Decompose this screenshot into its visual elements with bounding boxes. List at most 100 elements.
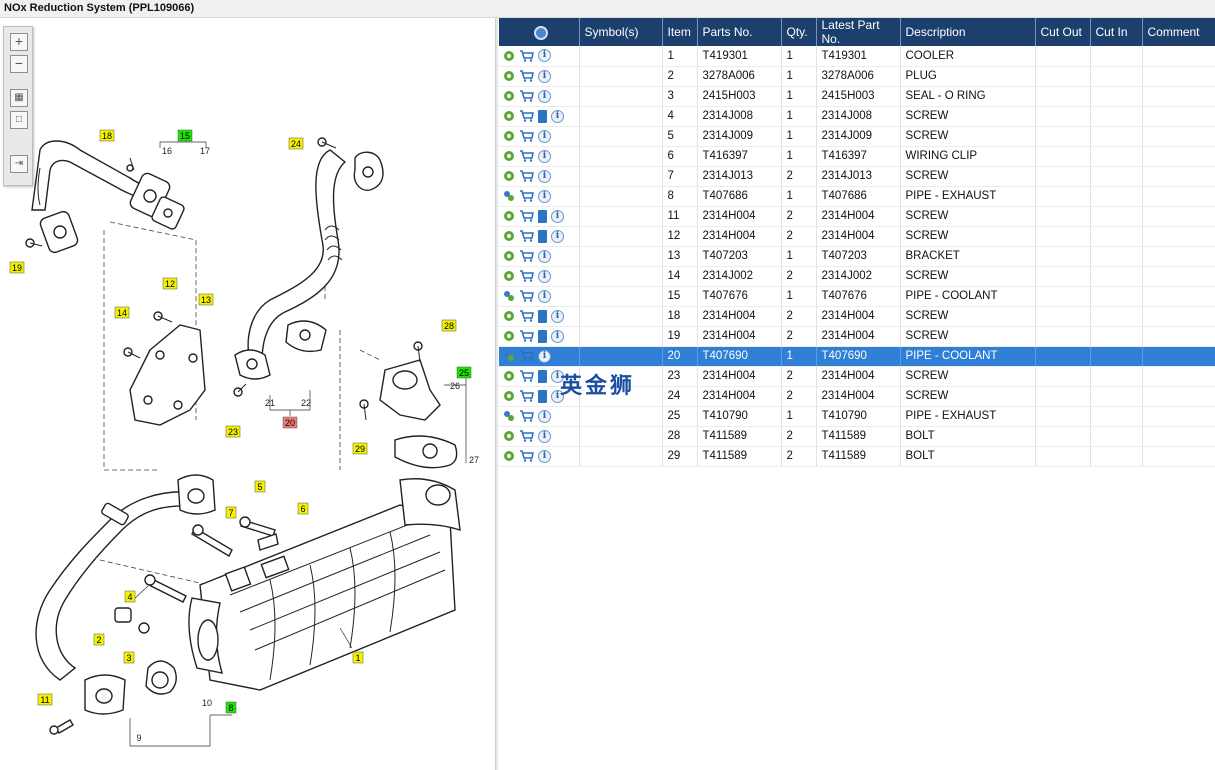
info-icon[interactable]: i bbox=[551, 369, 564, 383]
table-row[interactable]: i 28 T411589 2 T411589 BOLT bbox=[499, 426, 1215, 447]
callout-18[interactable]: 18 bbox=[99, 129, 115, 142]
cart-icon[interactable] bbox=[519, 190, 534, 202]
cart-icon[interactable] bbox=[519, 450, 534, 462]
table-row[interactable]: i 3 2415H003 1 2415H003 SEAL - O RING bbox=[499, 86, 1215, 107]
gear-icon[interactable] bbox=[503, 450, 515, 462]
info-icon[interactable]: i bbox=[551, 229, 564, 243]
info-icon[interactable]: i bbox=[551, 389, 564, 403]
actual-size-icon[interactable]: □ bbox=[10, 111, 28, 129]
info-icon[interactable]: i bbox=[551, 309, 564, 323]
callout-15[interactable]: 15 bbox=[177, 129, 193, 142]
document-icon[interactable] bbox=[538, 109, 547, 123]
gear-icon[interactable] bbox=[503, 430, 515, 442]
cart-icon[interactable] bbox=[519, 70, 534, 82]
column-header-cut-out[interactable]: Cut Out bbox=[1035, 18, 1091, 46]
table-row[interactable]: i 29 T411589 2 T411589 BOLT bbox=[499, 446, 1215, 467]
column-header-item[interactable]: Item bbox=[662, 18, 698, 46]
gear-icon[interactable] bbox=[503, 210, 515, 222]
cart-icon[interactable] bbox=[519, 350, 534, 362]
cart-icon[interactable] bbox=[519, 170, 534, 182]
callout-14[interactable]: 14 bbox=[114, 306, 130, 319]
info-icon[interactable]: i bbox=[538, 89, 551, 103]
callout-7[interactable]: 7 bbox=[225, 506, 237, 519]
callout-8[interactable]: 8 bbox=[225, 701, 237, 714]
callout-2[interactable]: 2 bbox=[93, 633, 105, 646]
cart-icon[interactable] bbox=[519, 250, 534, 262]
callout-6[interactable]: 6 bbox=[297, 502, 309, 515]
info-icon[interactable]: i bbox=[538, 429, 551, 443]
callout-29[interactable]: 29 bbox=[352, 442, 368, 455]
table-row[interactable]: i 14 2314J002 2 2314J002 SCREW bbox=[499, 266, 1215, 287]
gear-icon[interactable] bbox=[503, 230, 515, 242]
table-row[interactable]: i 6 T416397 1 T416397 WIRING CLIP bbox=[499, 146, 1215, 167]
callout-1[interactable]: 1 bbox=[352, 651, 364, 664]
table-row[interactable]: i 18 2314H004 2 2314H004 SCREW bbox=[499, 306, 1215, 327]
column-header-comment[interactable]: Comment bbox=[1142, 18, 1215, 46]
gear-icon[interactable] bbox=[503, 170, 515, 182]
table-row[interactable]: i 23 2314H004 2 2314H004 SCREW bbox=[499, 366, 1215, 387]
gear-icon[interactable] bbox=[503, 70, 515, 82]
document-icon[interactable] bbox=[538, 209, 547, 223]
table-row[interactable]: i 5 2314J009 1 2314J009 SCREW bbox=[499, 126, 1215, 147]
zoom-out-icon[interactable]: − bbox=[10, 55, 28, 73]
gear-icon[interactable] bbox=[503, 110, 515, 122]
document-icon[interactable] bbox=[538, 309, 547, 323]
info-icon[interactable]: i bbox=[538, 69, 551, 83]
callout-24[interactable]: 24 bbox=[288, 137, 304, 150]
cart-icon[interactable] bbox=[519, 130, 534, 142]
cart-icon[interactable] bbox=[519, 370, 534, 382]
multi-gear-icon[interactable] bbox=[503, 190, 515, 202]
gear-icon[interactable] bbox=[503, 310, 515, 322]
info-icon[interactable]: i bbox=[538, 249, 551, 263]
column-header-search[interactable] bbox=[499, 18, 580, 46]
table-row[interactable]: i 11 2314H004 2 2314H004 SCREW bbox=[499, 206, 1215, 227]
table-row[interactable]: i 13 T407203 1 T407203 BRACKET bbox=[499, 246, 1215, 267]
info-icon[interactable]: i bbox=[538, 269, 551, 283]
cart-icon[interactable] bbox=[519, 330, 534, 342]
toggle-panel-icon[interactable]: ⇥ bbox=[10, 155, 28, 173]
gear-icon[interactable] bbox=[503, 150, 515, 162]
info-icon[interactable]: i bbox=[538, 349, 551, 363]
gear-icon[interactable] bbox=[503, 90, 515, 102]
table-row[interactable]: i 24 2314H004 2 2314H004 SCREW bbox=[499, 386, 1215, 407]
callout-23[interactable]: 23 bbox=[225, 425, 241, 438]
callout-13[interactable]: 13 bbox=[198, 293, 214, 306]
callout-20[interactable]: 20 bbox=[282, 416, 298, 429]
column-header-parts-no[interactable]: Parts No. bbox=[697, 18, 782, 46]
table-row[interactable]: i 12 2314H004 2 2314H004 SCREW bbox=[499, 226, 1215, 247]
cart-icon[interactable] bbox=[519, 310, 534, 322]
info-icon[interactable]: i bbox=[551, 209, 564, 223]
cart-icon[interactable] bbox=[519, 290, 534, 302]
gear-icon[interactable] bbox=[503, 330, 515, 342]
cart-icon[interactable] bbox=[519, 390, 534, 402]
column-header-cut-in[interactable]: Cut In bbox=[1090, 18, 1143, 46]
cart-icon[interactable] bbox=[519, 430, 534, 442]
table-row[interactable]: i 15 T407676 1 T407676 PIPE - COOLANT bbox=[499, 286, 1215, 307]
cart-icon[interactable] bbox=[519, 270, 534, 282]
info-icon[interactable]: i bbox=[538, 449, 551, 463]
callout-4[interactable]: 4 bbox=[124, 590, 136, 603]
table-row[interactable]: i 2 3278A006 1 3278A006 PLUG bbox=[499, 66, 1215, 87]
table-row[interactable]: i 19 2314H004 2 2314H004 SCREW bbox=[499, 326, 1215, 347]
gear-icon[interactable] bbox=[503, 250, 515, 262]
table-row[interactable]: i 25 T410790 1 T410790 PIPE - EXHAUST bbox=[499, 406, 1215, 427]
document-icon[interactable] bbox=[538, 329, 547, 343]
cart-icon[interactable] bbox=[519, 110, 534, 122]
multi-gear-icon[interactable] bbox=[503, 350, 515, 362]
info-icon[interactable]: i bbox=[551, 329, 564, 343]
cart-icon[interactable] bbox=[519, 410, 534, 422]
exploded-diagram[interactable]: 18 1524191213142825232029567423 1118 16 172… bbox=[0, 18, 495, 770]
info-icon[interactable]: i bbox=[551, 109, 564, 123]
callout-3[interactable]: 3 bbox=[123, 651, 135, 664]
fit-all-icon[interactable]: ▦ bbox=[10, 89, 28, 107]
cart-icon[interactable] bbox=[519, 50, 534, 62]
pane-splitter[interactable] bbox=[495, 18, 498, 770]
cart-icon[interactable] bbox=[519, 230, 534, 242]
callout-28[interactable]: 28 bbox=[441, 319, 457, 332]
info-icon[interactable]: i bbox=[538, 169, 551, 183]
info-icon[interactable]: i bbox=[538, 189, 551, 203]
callout-19[interactable]: 19 bbox=[9, 261, 25, 274]
callout-11[interactable]: 11 bbox=[37, 693, 53, 706]
document-icon[interactable] bbox=[538, 229, 547, 243]
gear-icon[interactable] bbox=[503, 370, 515, 382]
